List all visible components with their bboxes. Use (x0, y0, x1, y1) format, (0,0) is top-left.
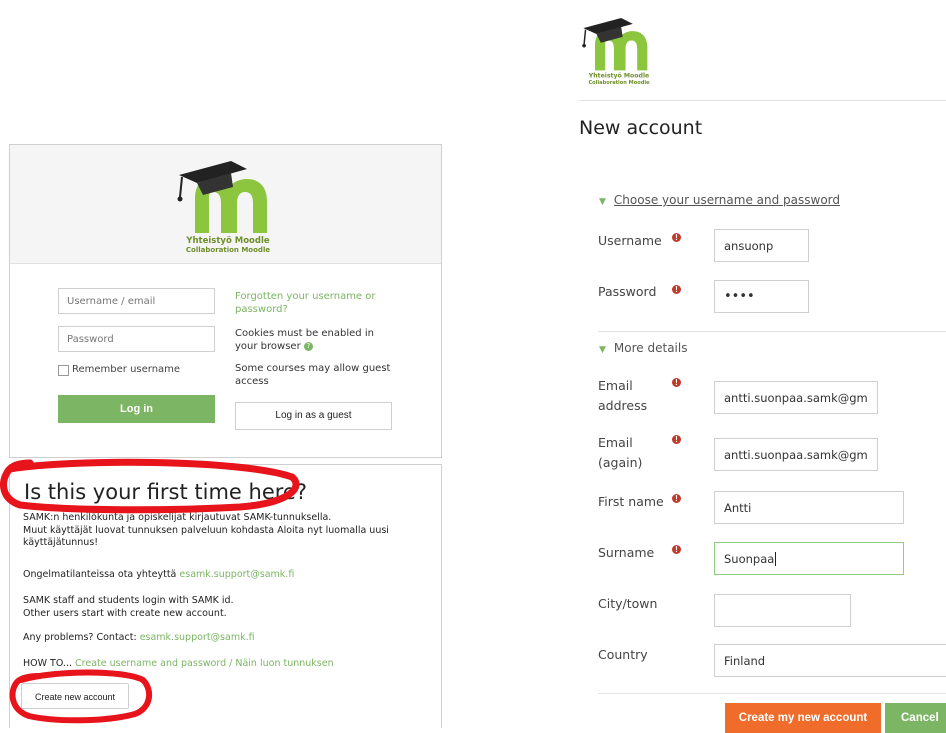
annotation-circle-title (0, 458, 300, 514)
password-label: Password (598, 284, 657, 299)
cancel-button[interactable]: Cancel (885, 703, 946, 733)
remember-label: Remember username (72, 364, 181, 375)
required-icon: ! (672, 494, 681, 503)
login-panel: Yhteistyö Moodle Collaboration Moodle Us… (9, 144, 442, 458)
email-again-field[interactable]: antti.suonpaa.samk@gm (714, 438, 878, 471)
staff-text: SAMK staff and students login with SAMK … (23, 595, 234, 619)
divider (579, 100, 946, 101)
city-label: City/town (598, 596, 658, 611)
city-field[interactable] (714, 594, 851, 627)
guest-notice: Some courses may allow guest access (235, 363, 391, 387)
guest-login-button[interactable]: Log in as a guest (235, 402, 392, 430)
create-my-new-account-button[interactable]: Create my new account (725, 703, 881, 733)
login-logo-header: Yhteistyö Moodle Collaboration Moodle (10, 145, 441, 264)
username-field[interactable]: ansuonp (714, 229, 809, 262)
svg-text:Yhteistyö Moodle: Yhteistyö Moodle (588, 73, 650, 80)
support-email-link[interactable]: esamk.support@samk.fi (140, 632, 255, 643)
moodle-logo: Yhteistyö Moodle Collaboration Moodle (582, 18, 650, 86)
text-cursor (775, 552, 777, 566)
country-label: Country (598, 647, 648, 662)
support-email-link[interactable]: esamk.support@samk.fi (179, 569, 294, 580)
email-again-label: Email (again) (598, 435, 643, 470)
svg-text:Collaboration Moodle: Collaboration Moodle (588, 80, 650, 86)
problems-en: Any problems? Contact: esamk.support@sam… (23, 632, 255, 643)
svg-text:Yhteistyö Moodle: Yhteistyö Moodle (185, 236, 270, 246)
moodle-logo: Yhteistyö Moodle Collaboration Moodle (177, 161, 270, 254)
cookies-notice: Cookies must be enabled in your browser … (235, 328, 374, 352)
divider (598, 331, 946, 332)
caret-down-icon: ▼ (599, 197, 606, 207)
password-input[interactable]: Password (58, 326, 215, 352)
remember-checkbox[interactable] (58, 365, 69, 376)
divider (598, 693, 946, 694)
section-username-password[interactable]: ▼ Choose your username and password (599, 193, 840, 207)
annotation-circle-create (9, 669, 153, 724)
username-label: Username (598, 233, 662, 248)
help-icon[interactable]: ? (303, 341, 313, 351)
email-label: Email address (598, 378, 648, 413)
problems-fi: Ongelmatilanteissa ota yhteyttä esamk.su… (23, 569, 295, 580)
email-field[interactable]: antti.suonpaa.samk@gm (714, 381, 878, 414)
login-button[interactable]: Log in (58, 395, 215, 423)
country-select[interactable]: Finland (714, 644, 946, 677)
caret-down-icon: ▼ (599, 345, 606, 355)
surname-field[interactable]: Suonpaa (714, 542, 904, 575)
password-field[interactable]: •••• (714, 280, 809, 313)
username-input[interactable]: Username / email (58, 288, 215, 314)
first-name-field[interactable]: Antti (714, 491, 904, 524)
required-icon: ! (672, 233, 681, 242)
required-icon: ! (672, 285, 681, 294)
svg-text:Collaboration Moodle: Collaboration Moodle (186, 246, 270, 254)
forgot-password-link[interactable]: Forgotten your username or password? (235, 290, 385, 316)
section-more-details[interactable]: ▼ More details (599, 341, 687, 355)
page-title: New account (579, 117, 703, 139)
required-icon: ! (672, 545, 681, 554)
first-time-text-fi: SAMK:n henkilökunta ja opiskelijat kirja… (23, 512, 389, 548)
first-name-label: First name (598, 494, 664, 509)
required-icon: ! (672, 378, 681, 387)
surname-label: Surname (598, 545, 655, 560)
required-icon: ! (672, 435, 681, 444)
